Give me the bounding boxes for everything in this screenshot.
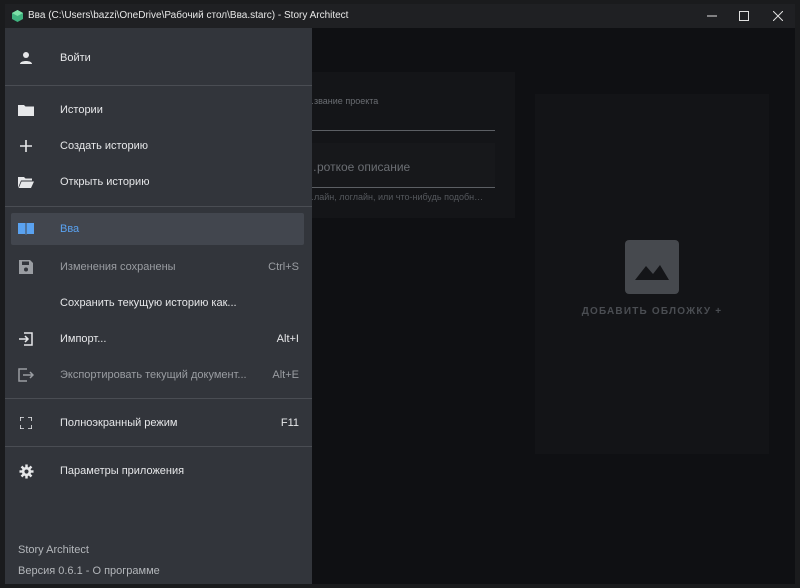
drawer-item-label: Истории bbox=[60, 104, 103, 116]
fullscreen-icon bbox=[18, 415, 34, 431]
drawer-item-label: Открыть историю bbox=[60, 176, 150, 188]
drawer-item-label: Изменения сохранены bbox=[60, 261, 176, 273]
drawer-item-label: Полноэкранный режим bbox=[60, 417, 178, 429]
app-window: Вва (C:\Users\bazzi\OneDrive\Рабочий сто… bbox=[5, 4, 795, 584]
export-icon bbox=[18, 367, 34, 383]
drawer-item-sign-in[interactable]: Войти bbox=[5, 40, 312, 76]
drawer-item-label: Вва bbox=[60, 223, 80, 235]
shortcut-label: Alt+E bbox=[272, 369, 299, 381]
about-link[interactable]: Версия 0.6.1 - О программе bbox=[18, 565, 160, 577]
drawer-item-create-story[interactable]: Создать историю bbox=[5, 128, 312, 164]
drawer-item-open-story[interactable]: Открыть историю bbox=[5, 164, 312, 200]
folder-open-icon bbox=[18, 174, 34, 190]
drawer-item-settings[interactable]: Параметры приложения bbox=[5, 453, 312, 489]
drawer-item-save-as[interactable]: Сохранить текущую историю как... bbox=[5, 285, 312, 321]
drawer-item-stories[interactable]: Истории bbox=[5, 92, 312, 128]
description-helper-text: …лайн, логлайн, или что-нибудь подобн… bbox=[305, 192, 484, 202]
image-icon bbox=[625, 240, 679, 294]
account-icon bbox=[18, 50, 34, 66]
drawer-item-label: Создать историю bbox=[60, 140, 149, 152]
add-cover-label: ДОБАВИТЬ ОБЛОЖКУ + bbox=[581, 306, 723, 317]
title-bar[interactable]: Вва (C:\Users\bazzi\OneDrive\Рабочий сто… bbox=[5, 4, 795, 28]
drawer-item-label: Войти bbox=[60, 52, 91, 64]
drawer-item-label: Сохранить текущую историю как... bbox=[60, 297, 237, 309]
navigation-drawer: Войти Истории Создать историю Открыть ис… bbox=[5, 28, 312, 584]
drawer-item-label: Импорт... bbox=[60, 333, 107, 345]
project-name-label: …звание проекта bbox=[305, 96, 379, 106]
shortcut-label: F11 bbox=[280, 417, 299, 429]
close-icon bbox=[773, 11, 783, 21]
project-name-underline bbox=[305, 130, 495, 131]
drawer-divider bbox=[5, 398, 312, 399]
drawer-item-save[interactable]: Изменения сохранены Ctrl+S bbox=[5, 249, 312, 285]
drawer-divider bbox=[5, 446, 312, 447]
drawer-divider bbox=[5, 85, 312, 86]
maximize-button[interactable] bbox=[727, 4, 761, 28]
book-open-icon bbox=[18, 221, 34, 237]
shortcut-label: Alt+I bbox=[276, 333, 299, 345]
close-button[interactable] bbox=[761, 4, 795, 28]
floppy-icon bbox=[18, 259, 34, 275]
drawer-item-label: Экспортировать текущий документ... bbox=[60, 369, 247, 381]
footer-app-name: Story Architect bbox=[18, 544, 89, 556]
app-logo-icon bbox=[12, 10, 23, 22]
drawer-item-label: Параметры приложения bbox=[60, 465, 185, 477]
drawer-item-current-project[interactable]: Вва bbox=[11, 213, 304, 245]
maximize-icon bbox=[739, 11, 749, 21]
minimize-button[interactable] bbox=[695, 4, 729, 28]
gear-icon bbox=[18, 463, 34, 479]
import-icon bbox=[18, 331, 34, 347]
drawer-item-export[interactable]: Экспортировать текущий документ... Alt+E bbox=[5, 357, 312, 393]
window-title: Вва (C:\Users\bazzi\OneDrive\Рабочий сто… bbox=[28, 10, 349, 21]
description-underline bbox=[305, 187, 495, 188]
plus-icon bbox=[18, 138, 34, 154]
drawer-item-import[interactable]: Импорт... Alt+I bbox=[5, 321, 312, 357]
description-placeholder: …роткое описание bbox=[305, 160, 411, 174]
shortcut-label: Ctrl+S bbox=[268, 261, 299, 273]
drawer-item-fullscreen[interactable]: Полноэкранный режим F11 bbox=[5, 405, 312, 441]
drawer-divider bbox=[5, 206, 312, 207]
minimize-icon bbox=[707, 15, 717, 17]
folder-icon bbox=[18, 102, 34, 118]
